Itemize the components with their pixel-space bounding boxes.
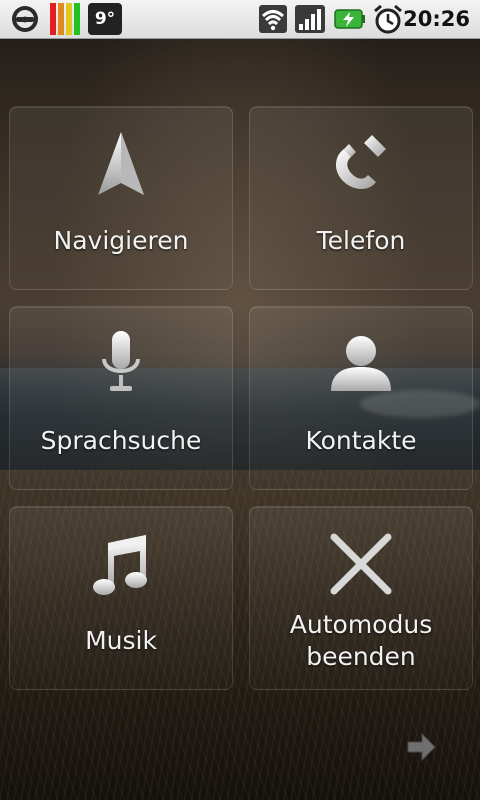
signal-level-icon [50,3,82,35]
tile-navigate-label: Navigieren [10,225,232,257]
music-note-icon [86,529,156,599]
close-x-icon [326,529,396,599]
car-home-screen: 9° 20:26 [0,0,480,800]
tile-voice-search-label: Sprachsuche [10,425,232,457]
tile-phone-label: Telefon [250,225,472,257]
status-clock: 20:26 [403,0,470,38]
weather-temperature: 9° [88,3,122,35]
status-bar: 9° 20:26 [0,0,480,39]
tile-contacts-label: Kontakte [250,425,472,457]
tile-voice-search[interactable]: Sprachsuche [9,306,233,490]
alarm-clock-icon [372,3,404,35]
battery-charging-icon [334,6,366,32]
tile-music[interactable]: Musik [9,506,233,690]
wifi-icon [258,4,288,34]
tile-exit-car-mode[interactable]: Automodus beenden [249,506,473,690]
car-icon [10,4,40,34]
microphone-icon [86,329,156,399]
arrow-right-icon[interactable] [404,730,438,764]
tile-exit-car-mode-label-line1: Automodus [250,609,472,641]
phone-icon [326,129,396,199]
tile-music-label: Musik [10,625,232,657]
navigation-arrow-icon [86,129,156,199]
tile-navigate[interactable]: Navigieren [9,106,233,290]
tile-phone[interactable]: Telefon [249,106,473,290]
contact-person-icon [326,329,396,399]
tile-exit-car-mode-label: Automodus beenden [250,609,472,673]
tile-contacts[interactable]: Kontakte [249,306,473,490]
tile-exit-car-mode-label-line2: beenden [250,641,472,673]
cell-signal-icon [294,4,326,34]
